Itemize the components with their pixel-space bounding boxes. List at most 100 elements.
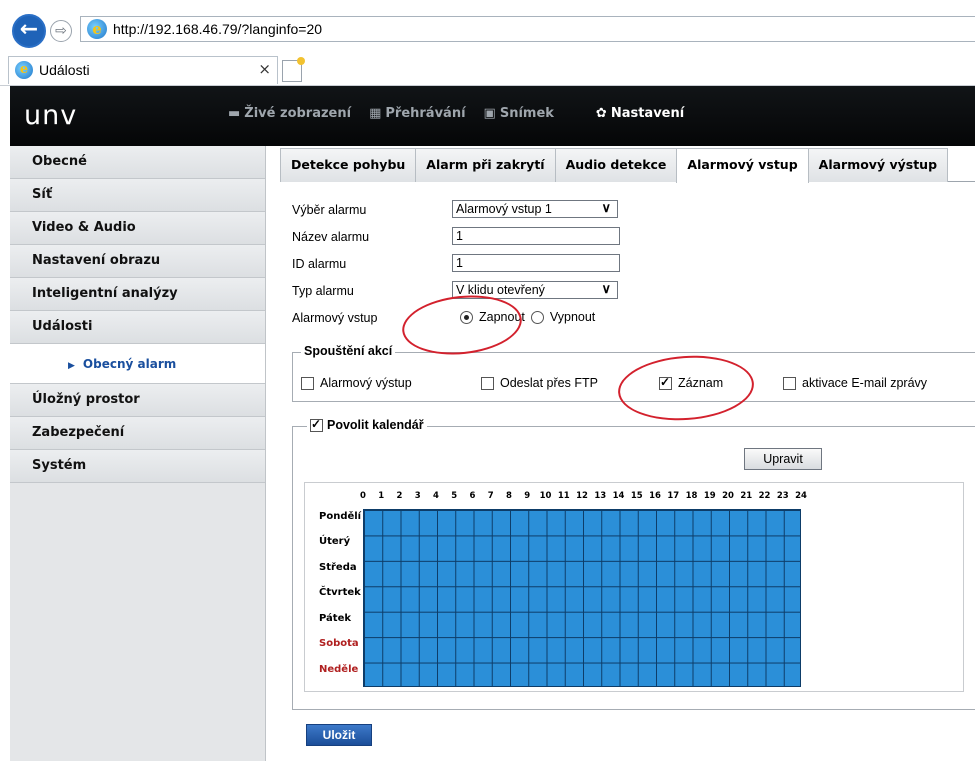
day-label-column: Pondělí Úterý Středa Čtvrtek Pátek Sobot… xyxy=(305,483,363,693)
alarm-name-input[interactable]: 1 xyxy=(452,227,620,245)
sidebar-item-security[interactable]: Zabezpečení xyxy=(10,417,265,450)
tab-motion-detection[interactable]: Detekce pohybu xyxy=(280,148,417,182)
action-record[interactable]: Záznam xyxy=(659,375,723,390)
sidebar-item-network[interactable]: Síť xyxy=(10,179,265,212)
event-tabs: Detekce pohybu Alarm při zakrytí Audio d… xyxy=(280,148,975,183)
alarm-output-checkbox[interactable] xyxy=(301,376,314,390)
content-area: Obecné Síť Video & Audio Nastavení obraz… xyxy=(10,146,975,761)
action-label: Odeslat přes FTP xyxy=(500,376,598,390)
hour-label: 12 xyxy=(576,491,588,501)
picture-icon: ▣ xyxy=(483,106,496,121)
action-label: aktivace E-mail zprávy xyxy=(802,376,928,390)
hour-label: 13 xyxy=(594,491,607,501)
browser-toolbar: ← ⇨ e http://192.168.46.79/?langinfo=20 xyxy=(0,0,975,52)
hour-label: 8 xyxy=(506,491,512,501)
nav-snapshot[interactable]: ▣ Snímek xyxy=(484,106,554,121)
action-email[interactable]: aktivace E-mail zprávy xyxy=(783,376,927,390)
hour-label: 10 xyxy=(539,491,552,501)
alarm-id-input[interactable]: 1 xyxy=(452,254,620,272)
day-label: Úterý xyxy=(319,536,351,547)
new-tab-button[interactable] xyxy=(282,57,305,82)
sidebar-subitem-common-alarm[interactable]: ▶ Obecný alarm xyxy=(10,344,265,384)
tab-tampering-alarm[interactable]: Alarm při zakrytí xyxy=(415,148,556,182)
tab-audio-detection[interactable]: Audio detekce xyxy=(554,148,678,182)
main-panel: Detekce pohybu Alarm při zakrytí Audio d… xyxy=(266,146,975,761)
sidebar-item-intelligent[interactable]: Inteligentní analýzy xyxy=(10,278,265,311)
sidebar-item-storage[interactable]: Úložný prostor xyxy=(10,384,265,417)
action-alarm-output[interactable]: Alarmový výstup xyxy=(301,376,412,390)
day-label: Středa xyxy=(319,562,357,573)
nav-settings[interactable]: ✿ Nastavení xyxy=(596,106,684,121)
url-text[interactable]: http://192.168.46.79/?langinfo=20 xyxy=(113,21,322,37)
sidebar-item-events[interactable]: Události xyxy=(10,311,265,344)
nav-label: Snímek xyxy=(499,106,554,121)
radio-disable[interactable] xyxy=(530,310,544,324)
main-nav: ▬ Živé zobrazení ▦ Přehrávání ▣ Snímek ✿ Nas… xyxy=(228,106,702,121)
nav-live-view[interactable]: ▬ Živé zobrazení xyxy=(228,106,351,121)
back-button[interactable]: ← xyxy=(12,14,46,48)
sidebar-item-system[interactable]: Systém xyxy=(10,450,265,483)
calendar-legend: Povolit kalendář xyxy=(307,417,427,432)
hour-label: 23 xyxy=(776,491,789,501)
hour-label: 7 xyxy=(487,491,494,501)
browser-tab[interactable]: e Události × xyxy=(8,56,278,84)
record-checkbox[interactable] xyxy=(659,375,672,390)
ftp-checkbox[interactable] xyxy=(481,376,494,390)
day-label: Sobota xyxy=(319,638,359,649)
hour-label: 4 xyxy=(433,491,439,501)
email-checkbox[interactable] xyxy=(783,376,796,390)
alarm-id-label: ID alarmu xyxy=(292,257,347,271)
day-label: Pondělí xyxy=(319,511,362,522)
alarm-type-label: Typ alarmu xyxy=(292,284,354,298)
browser-tab-strip: e Události × xyxy=(0,52,975,86)
day-label: Neděle xyxy=(319,664,359,675)
monitor-icon: ▬ xyxy=(228,106,241,121)
hour-label: 21 xyxy=(740,491,753,501)
hour-label: 16 xyxy=(649,491,661,501)
alarm-select-dropdown[interactable]: Alarmový vstup 1 xyxy=(452,200,618,218)
alarm-name-label: Název alarmu xyxy=(292,230,370,244)
hour-label: 19 xyxy=(703,491,716,501)
alarm-input-radios: Zapnout Vypnout xyxy=(460,310,595,324)
schedule-grid[interactable] xyxy=(363,509,801,687)
actions-fieldset: Spouštění akcí Alarmový výstup Odeslat p… xyxy=(292,344,975,402)
calendar-legend-label: Povolit kalendář xyxy=(327,418,424,432)
nav-playback[interactable]: ▦ Přehrávání xyxy=(369,106,465,121)
sidebar-subitem-label: Obecný alarm xyxy=(82,357,177,371)
enable-calendar-checkbox[interactable] xyxy=(310,417,323,432)
day-label: Čtvrtek xyxy=(319,587,361,598)
sidebar-item-general[interactable]: Obecné xyxy=(10,146,265,179)
forward-button[interactable]: ⇨ xyxy=(50,20,72,42)
hour-label: 20 xyxy=(722,491,734,501)
gear-icon: ✿ xyxy=(595,106,607,121)
save-button[interactable]: Uložit xyxy=(306,724,372,746)
edit-button[interactable]: Upravit xyxy=(744,448,822,470)
hour-label: 22 xyxy=(758,491,771,501)
sidebar: Obecné Síť Video & Audio Nastavení obraz… xyxy=(10,146,266,761)
alarm-type-dropdown[interactable]: V klidu otevřený xyxy=(452,281,618,299)
hour-label: 11 xyxy=(557,491,570,501)
hour-label: 18 xyxy=(685,491,698,501)
hour-label: 3 xyxy=(414,491,421,501)
action-label: Alarmový výstup xyxy=(320,376,412,390)
day-label: Pátek xyxy=(319,613,352,624)
schedule-panel: Pondělí Úterý Středa Čtvrtek Pátek Sobot… xyxy=(304,482,964,692)
hour-label: 15 xyxy=(630,491,643,501)
sidebar-item-video-audio[interactable]: Video & Audio xyxy=(10,212,265,245)
hour-scale: 0 1 2 3 4 5 6 7 8 9 10 11 12 13 14 15 16 17 18 19 20 21 22 23 24 xyxy=(357,491,817,505)
hour-label: 6 xyxy=(469,491,476,501)
nav-label: Živé zobrazení xyxy=(244,106,352,121)
tab-alarm-output[interactable]: Alarmový výstup xyxy=(807,148,949,182)
close-icon[interactable]: × xyxy=(258,60,271,78)
tab-alarm-input[interactable]: Alarmový vstup xyxy=(676,148,809,183)
action-ftp[interactable]: Odeslat přes FTP xyxy=(481,376,598,390)
ie-icon: e xyxy=(87,19,107,39)
radio-enable[interactable] xyxy=(460,310,473,324)
unv-logo: unv xyxy=(24,100,78,131)
sidebar-item-image[interactable]: Nastavení obrazu xyxy=(10,245,265,278)
playback-icon: ▦ xyxy=(369,106,382,121)
radio-disable-label[interactable]: Vypnout xyxy=(550,310,595,324)
hour-label: 1 xyxy=(378,491,385,501)
address-bar[interactable]: e http://192.168.46.79/?langinfo=20 xyxy=(80,16,975,42)
radio-enable-label[interactable]: Zapnout xyxy=(479,310,525,324)
